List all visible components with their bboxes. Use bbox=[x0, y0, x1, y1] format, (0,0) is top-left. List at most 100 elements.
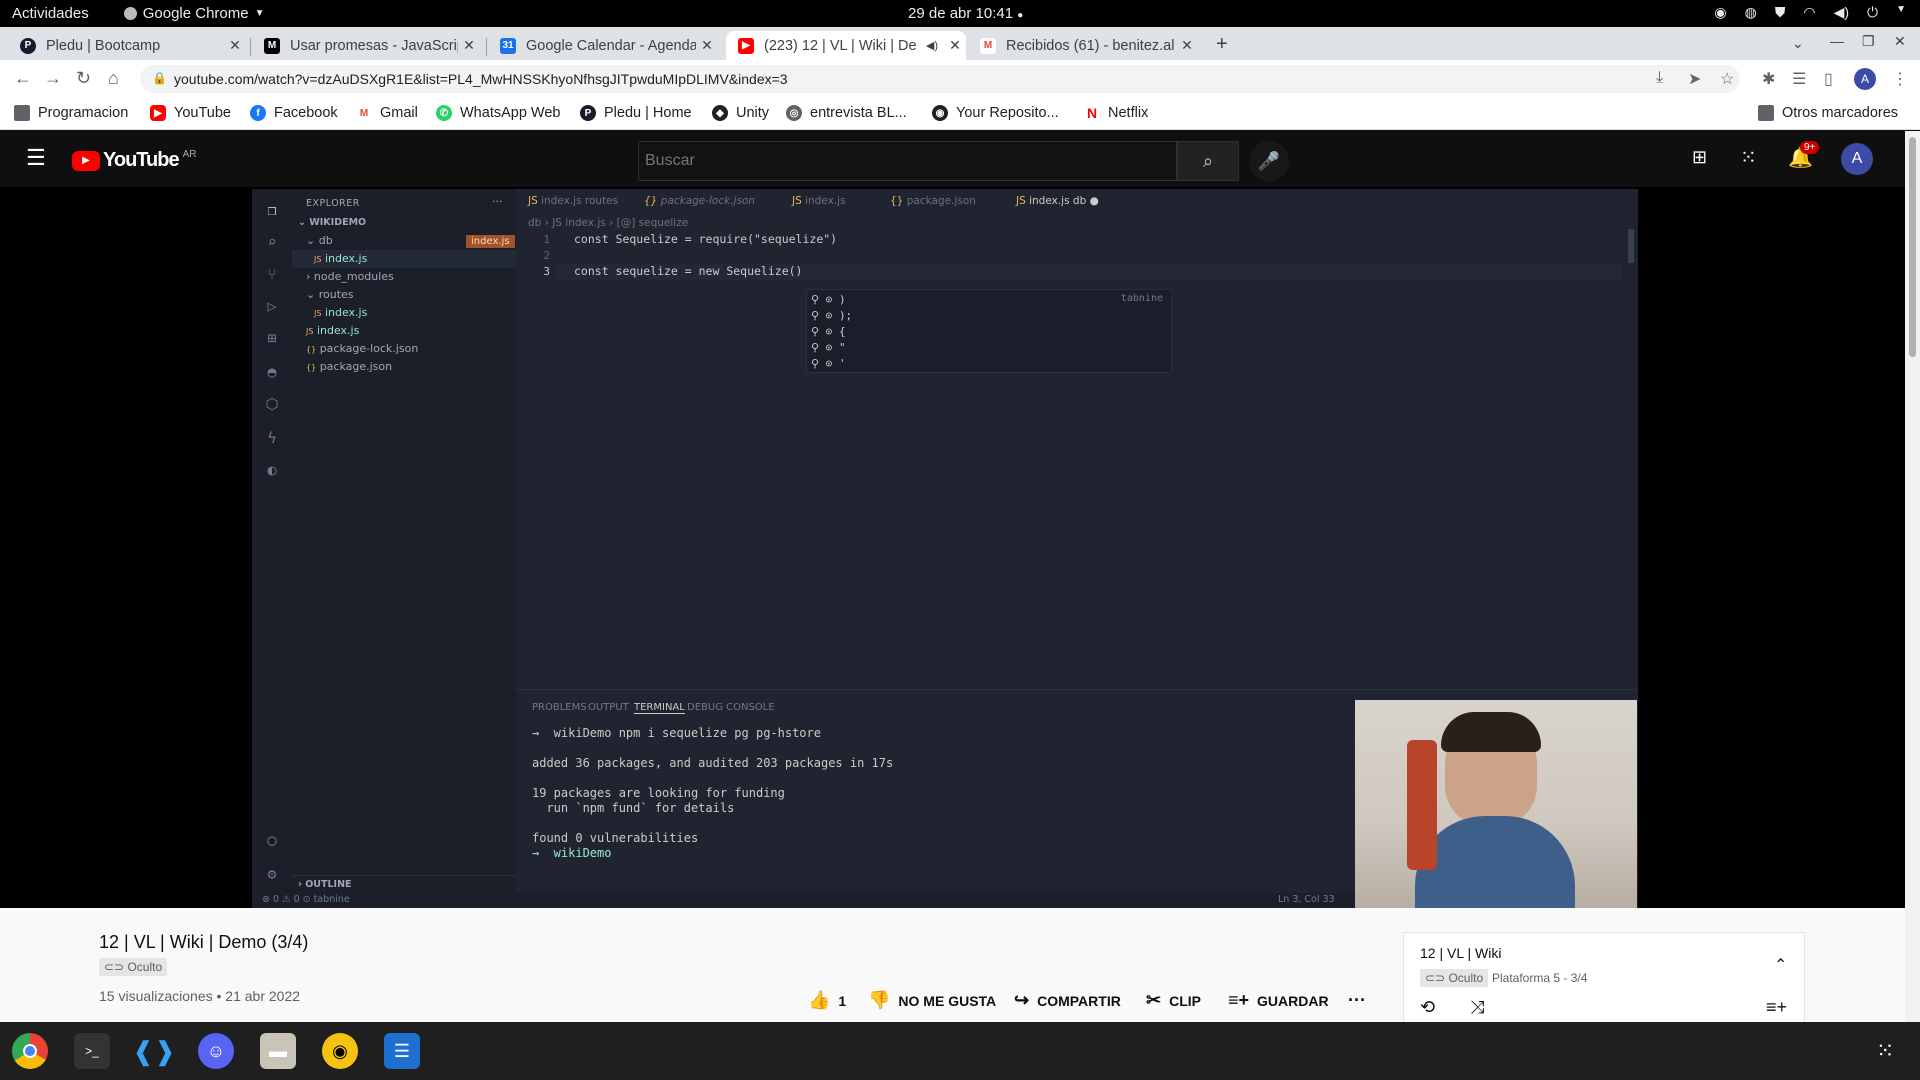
forward-icon[interactable]: → bbox=[44, 68, 62, 89]
close-icon[interactable]: ✕ bbox=[458, 37, 480, 54]
search-button[interactable]: ⌕ bbox=[1177, 141, 1239, 181]
tab-pledu[interactable]: P Pledu | Bootcamp ✕ bbox=[8, 31, 246, 60]
tree-item: JS index.js bbox=[292, 250, 516, 268]
bookmark-facebook[interactable]: f Facebook bbox=[250, 105, 338, 121]
playlist-title[interactable]: 12 | VL | Wiki bbox=[1420, 945, 1501, 961]
save-button[interactable]: ≡+ GUARDAR bbox=[1228, 990, 1329, 1011]
audio-playing-icon[interactable]: ◀) bbox=[926, 39, 938, 52]
outline-label: OUTLINE bbox=[305, 879, 352, 890]
youtube-logo[interactable]: ▶ YouTube AR bbox=[72, 149, 196, 172]
activities-button[interactable]: Actividades bbox=[12, 5, 89, 22]
back-icon[interactable]: ← bbox=[14, 68, 32, 89]
more-actions-button[interactable]: ··· bbox=[1348, 990, 1366, 1011]
code-line: const Sequelize = require("sequelize") bbox=[574, 232, 838, 246]
apps-icon[interactable]: ⁙ bbox=[1740, 145, 1757, 170]
tab-calendar[interactable]: 31 Google Calendar - Agenda ✕ bbox=[488, 31, 718, 60]
account-avatar[interactable]: A bbox=[1841, 143, 1873, 175]
scrollbar-thumb[interactable] bbox=[1909, 137, 1916, 357]
bookmark-gmail[interactable]: M Gmail bbox=[356, 105, 418, 121]
tab-youtube[interactable]: ▶ (223) 12 | VL | Wiki | De ◀) ✕ bbox=[726, 31, 966, 60]
wifi-icon[interactable]: ◠ bbox=[1803, 4, 1815, 21]
bookmark-youtube[interactable]: ▶ YouTube bbox=[150, 105, 231, 121]
tab-gmail[interactable]: M Recibidos (61) - benitez.al ✕ bbox=[968, 31, 1198, 60]
suggest-item: ⚲ ⊙ ' bbox=[811, 357, 846, 370]
dislike-button[interactable]: 👎 NO ME GUSTA bbox=[868, 990, 996, 1011]
menu-icon[interactable]: ☰ bbox=[26, 145, 46, 171]
page-scrollbar[interactable] bbox=[1905, 131, 1920, 1022]
notification-badge: 9+ bbox=[1800, 141, 1820, 154]
install-icon[interactable]: ⤓ bbox=[1656, 69, 1663, 87]
presenter-shirt bbox=[1415, 816, 1575, 908]
video-title: 12 | VL | Wiki | Demo (3/4) bbox=[99, 932, 309, 952]
bookmark-unity[interactable]: ◆ Unity bbox=[712, 105, 769, 121]
tab-mdn[interactable]: M Usar promesas - JavaScrip ✕ bbox=[252, 31, 480, 60]
minimize-icon[interactable]: — bbox=[1830, 33, 1844, 49]
bookmark-programacion[interactable]: Programacion bbox=[14, 105, 128, 121]
voice-search-button[interactable]: 🎤 bbox=[1249, 141, 1289, 181]
rhythmbox-dock-icon[interactable]: ◉ bbox=[322, 1033, 358, 1069]
editor-scrollbar bbox=[1628, 229, 1634, 263]
playlist-save-icon[interactable]: ≡+ bbox=[1766, 997, 1787, 1018]
home-icon[interactable]: ⌂ bbox=[108, 68, 119, 89]
clock[interactable]: 29 de abr 10:41 ● bbox=[908, 5, 1023, 22]
volume-icon[interactable]: ◀) bbox=[1834, 4, 1849, 21]
editor-tab-active: JS index.js db ● bbox=[1016, 195, 1099, 207]
menu-icon[interactable]: ⋮ bbox=[1892, 69, 1908, 89]
youtube-icon: ▶ bbox=[150, 105, 166, 121]
mdn-icon: M bbox=[264, 37, 280, 54]
bookmark-entrevista[interactable]: ◎ entrevista BL... bbox=[786, 105, 907, 121]
files-dock-icon[interactable]: ▬ bbox=[260, 1033, 296, 1069]
chrome-dock-icon[interactable] bbox=[12, 1033, 48, 1069]
writer-dock-icon[interactable]: ☰ bbox=[384, 1033, 420, 1069]
chevron-down-icon[interactable]: ▼ bbox=[1896, 4, 1906, 21]
side-panel-icon[interactable]: ▯ bbox=[1824, 69, 1833, 89]
reading-list-icon[interactable]: ☰ bbox=[1792, 69, 1806, 89]
discord-tray-icon[interactable]: ◉ bbox=[1714, 4, 1726, 21]
terminal-dock-icon[interactable]: >_ bbox=[74, 1033, 110, 1069]
app-menu[interactable]: Google Chrome ▼ bbox=[123, 5, 265, 22]
terminal-line: 19 packages are looking for funding bbox=[532, 786, 785, 800]
code-line: const sequelize = new Sequelize() bbox=[574, 264, 803, 278]
like-button[interactable]: 👍 1 bbox=[808, 990, 846, 1011]
close-icon[interactable]: ✕ bbox=[1176, 37, 1198, 54]
close-icon[interactable]: ✕ bbox=[944, 37, 966, 54]
tab-title: Recibidos (61) - benitez.al bbox=[1006, 37, 1175, 54]
close-icon[interactable]: ✕ bbox=[224, 37, 246, 54]
video-player[interactable]: ❐ ⌕ ⑂ ▷ ⊞ ◓ ⬡ ϟ ◐ ◯ ⚙ EXPLORER ··· ⌄ WIK… bbox=[0, 187, 1905, 908]
steam-tray-icon[interactable]: ◍ bbox=[1745, 4, 1757, 21]
loop-icon[interactable]: ⟲ bbox=[1420, 997, 1435, 1018]
address-bar[interactable]: 🔒 youtube.com/watch?v=dzAuDSXgR1E&list=P… bbox=[140, 65, 1740, 93]
extensions-icon[interactable]: ✱ bbox=[1762, 69, 1775, 89]
bookmark-netflix[interactable]: N Netflix bbox=[1084, 105, 1148, 121]
bookmark-label: Your Reposito... bbox=[956, 105, 1059, 121]
close-window-icon[interactable]: ✕ bbox=[1894, 33, 1906, 50]
vscode-dock-icon[interactable]: ❰❱ bbox=[132, 1033, 176, 1069]
shield-tray-icon[interactable]: ⛊ bbox=[1775, 4, 1786, 21]
new-tab-button[interactable]: + bbox=[1216, 33, 1228, 56]
clip-button[interactable]: ✂ CLIP bbox=[1146, 990, 1201, 1011]
bookmark-other[interactable]: Otros marcadores bbox=[1758, 105, 1898, 121]
bookmark-label: Pledu | Home bbox=[604, 105, 692, 121]
lock-icon[interactable]: 🔒 bbox=[152, 71, 167, 85]
bookmark-pledu[interactable]: P Pledu | Home bbox=[580, 105, 692, 121]
star-icon[interactable]: ☆ bbox=[1720, 69, 1734, 89]
search-input[interactable] bbox=[638, 141, 1177, 181]
restore-icon[interactable]: ❐ bbox=[1862, 33, 1875, 50]
app-menu-label: Google Chrome bbox=[142, 5, 249, 22]
bookmark-github[interactable]: ◉ Your Reposito... bbox=[932, 105, 1059, 121]
discord-dock-icon[interactable]: ☺ bbox=[198, 1033, 234, 1069]
power-icon[interactable]: ⏻ bbox=[1867, 4, 1878, 21]
save-label: GUARDAR bbox=[1257, 992, 1329, 1009]
send-icon[interactable]: ➤ bbox=[1688, 69, 1701, 89]
collapse-icon[interactable]: ⌃ bbox=[1774, 955, 1787, 975]
profile-avatar[interactable]: A bbox=[1854, 68, 1876, 90]
bookmark-whatsapp[interactable]: ✆ WhatsApp Web bbox=[436, 105, 560, 121]
tab-search-icon[interactable]: ⌄ bbox=[1792, 35, 1804, 52]
close-icon[interactable]: ✕ bbox=[696, 37, 718, 54]
create-video-icon[interactable]: ⊞ bbox=[1692, 147, 1707, 168]
reload-icon[interactable]: ↻ bbox=[76, 68, 91, 89]
shuffle-icon[interactable]: ⤨ bbox=[1470, 997, 1484, 1018]
system-tray[interactable]: ◉ ◍ ⛊ ◠ ◀) ⏻ ▼ bbox=[1714, 4, 1906, 21]
share-button[interactable]: ↪ COMPARTIR bbox=[1014, 990, 1121, 1011]
show-apps-icon[interactable]: ⁙ bbox=[1876, 1038, 1894, 1064]
